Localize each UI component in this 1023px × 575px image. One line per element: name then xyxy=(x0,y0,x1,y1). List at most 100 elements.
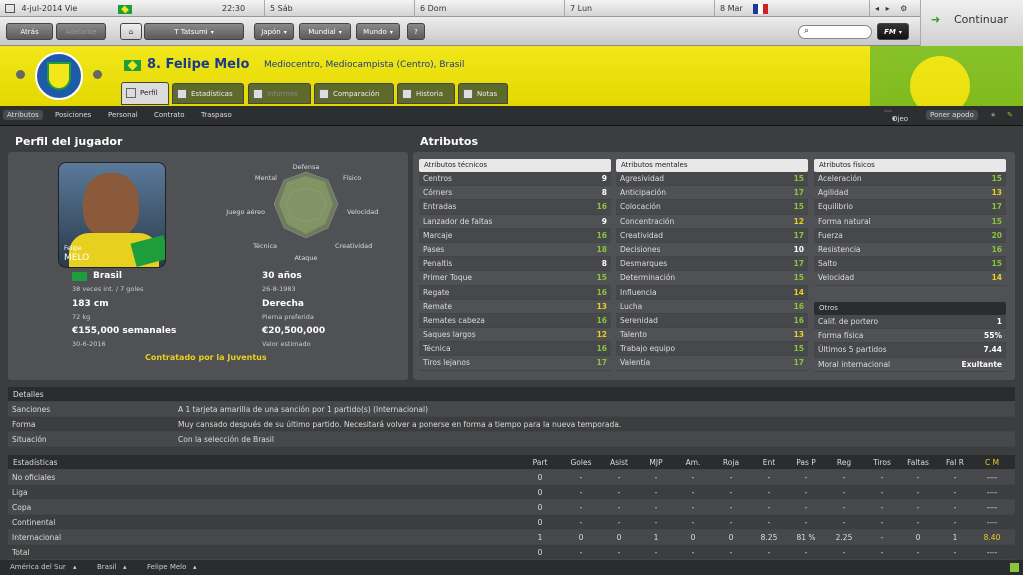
mental-attribute-row[interactable]: Concentración 12 xyxy=(616,215,808,229)
day-cell[interactable]: 7 Lun xyxy=(565,0,715,17)
stats-column-header[interactable]: Goles xyxy=(564,455,598,470)
stats-column-header[interactable]: Reg xyxy=(827,455,861,470)
stats-row[interactable]: Liga 0- - - - - - - - - - - ---- xyxy=(8,485,1015,500)
stats-column-header[interactable]: Am. xyxy=(676,455,710,470)
tab-notas[interactable]: Notas xyxy=(458,83,508,104)
tab-comparacion[interactable]: Comparación xyxy=(314,83,394,104)
edit-icon[interactable]: ✎ xyxy=(1003,110,1017,120)
physical-attribute-row[interactable]: Velocidad 14 xyxy=(814,271,1006,286)
stats-column-header[interactable]: Pas P xyxy=(789,455,823,470)
tab-estadisticas[interactable]: Estadísticas xyxy=(172,83,244,104)
mental-attribute-row[interactable]: Anticipación 17 xyxy=(616,186,808,201)
subnav-contrato[interactable]: Contrato xyxy=(150,110,189,120)
stats-column-header[interactable]: Faltas xyxy=(901,455,935,470)
technical-attribute-row[interactable]: Técnica 16 xyxy=(419,342,611,357)
breadcrumb-item[interactable]: Brasil xyxy=(97,560,117,575)
technical-attribute-row[interactable]: Lanzador de faltas 9 xyxy=(419,215,611,229)
contract-status[interactable]: Contratado por la Juventus xyxy=(145,353,267,362)
mental-attribute-row[interactable]: Determinación 15 xyxy=(616,271,808,286)
mental-attribute-row[interactable]: Talento 13 xyxy=(616,328,808,343)
stats-column-header[interactable]: Fal R xyxy=(938,455,972,470)
technical-attribute-row[interactable]: Primer Toque 15 xyxy=(419,271,611,286)
stats-column-header[interactable]: Part xyxy=(523,455,557,470)
physical-attribute-row[interactable]: Agilidad 13 xyxy=(814,186,1006,201)
stats-column-header[interactable]: Ent xyxy=(752,455,786,470)
technical-attribute-row[interactable]: Remate 13 xyxy=(419,300,611,314)
mental-attribute-row[interactable]: Agresividad 15 xyxy=(616,172,808,187)
search-input[interactable]: ⌕ xyxy=(798,25,872,39)
prev-arrow-icon[interactable]: ◂ xyxy=(875,4,879,13)
forward-button[interactable]: Adelante xyxy=(56,23,106,40)
technical-attribute-row[interactable]: Tiros lejanos 17 xyxy=(419,356,611,371)
tab-perfil[interactable]: Perfil xyxy=(121,82,169,105)
home-button[interactable]: ⌂ xyxy=(120,23,142,40)
mental-attribute-row[interactable]: Lucha 16 xyxy=(616,300,808,314)
mental-attribute-row[interactable]: Creatividad 17 xyxy=(616,228,808,243)
stats-column-header[interactable]: MJP xyxy=(639,455,673,470)
help-button[interactable]: ? xyxy=(407,23,425,40)
fm-menu-button[interactable]: FM ▾ xyxy=(877,23,909,40)
physical-attribute-row[interactable]: Fuerza 20 xyxy=(814,228,1006,243)
subnav-posiciones[interactable]: Posiciones xyxy=(51,110,95,120)
settings-icon[interactable]: ⚙ xyxy=(900,4,907,13)
other-attribute-row[interactable]: Calif. de portero 1 xyxy=(814,315,1006,330)
subnav-traspaso[interactable]: Traspaso xyxy=(197,110,236,120)
physical-attribute-row[interactable]: Forma natural 15 xyxy=(814,215,1006,229)
breadcrumb-item[interactable]: Felipe Melo xyxy=(147,560,186,575)
scout-button[interactable]: Ojeo ▾ xyxy=(884,110,908,123)
stats-column-header[interactable]: Roja xyxy=(714,455,748,470)
back-button[interactable]: Atrás xyxy=(6,23,53,40)
day-cell[interactable]: 5 Sáb xyxy=(265,0,415,17)
technical-attribute-row[interactable]: Pases 18 xyxy=(419,243,611,258)
technical-attribute-row[interactable]: Marcaje 16 xyxy=(419,228,611,243)
technical-attribute-row[interactable]: Saques largos 12 xyxy=(419,328,611,343)
technical-attribute-row[interactable]: Centros 9 xyxy=(419,172,611,187)
star-icon[interactable]: ★ xyxy=(986,110,1000,120)
stats-column-header[interactable]: Asist xyxy=(602,455,636,470)
day-cell[interactable]: 6 Dom xyxy=(415,0,565,17)
stats-row[interactable]: Total 0- - - - - - - - - - - ---- xyxy=(8,545,1015,560)
current-date-cell[interactable]: 4-jul-2014 Vie 22:30 xyxy=(0,0,265,17)
next-arrow-icon[interactable]: ▸ xyxy=(886,4,890,13)
subnav-atributos[interactable]: Atributos xyxy=(3,110,43,120)
physical-attribute-row[interactable]: Equilibrio 17 xyxy=(814,200,1006,215)
physical-attribute-row[interactable]: Salto 15 xyxy=(814,257,1006,272)
mental-attribute-row[interactable]: Decisiones 10 xyxy=(616,243,808,258)
technical-attribute-row[interactable]: Remates cabeza 16 xyxy=(419,313,611,329)
mental-attribute-row[interactable]: Trabajo equipo 15 xyxy=(616,342,808,357)
next-player-icon[interactable] xyxy=(93,70,102,79)
technical-attribute-row[interactable]: Regate 16 xyxy=(419,285,611,300)
stats-row[interactable]: Continental 0- - - - - - - - - - - ---- xyxy=(8,515,1015,530)
mental-attribute-row[interactable]: Desmarques 17 xyxy=(616,257,808,272)
other-attribute-row[interactable]: Últimos 5 partidos 7.44 xyxy=(814,343,1006,358)
stats-column-header[interactable]: Tiros xyxy=(865,455,899,470)
tab-informes[interactable]: Informes xyxy=(248,83,311,104)
day-cell[interactable]: 8 Mar xyxy=(715,0,870,17)
mental-attribute-row[interactable]: Serenidad 16 xyxy=(616,313,808,329)
technical-attribute-row[interactable]: Córners 8 xyxy=(419,186,611,201)
physical-attribute-row[interactable]: Aceleración 15 xyxy=(814,172,1006,187)
stats-row[interactable]: No oficiales 0- - - - - - - - - - - ---- xyxy=(8,470,1015,485)
subnav-personal[interactable]: Personal xyxy=(104,110,142,120)
stats-column-header[interactable]: C M xyxy=(975,455,1009,470)
nickname-button[interactable]: Poner apodo xyxy=(926,110,978,120)
tab-historia[interactable]: Historia xyxy=(397,83,455,104)
physical-attribute-row[interactable]: Resistencia 16 xyxy=(814,243,1006,258)
world-cup-menu-button[interactable]: Mundial ▾ xyxy=(299,23,351,40)
mental-attribute-row[interactable]: Colocación 15 xyxy=(616,200,808,215)
mental-attribute-row[interactable]: Influencia 14 xyxy=(616,285,808,300)
technical-attribute-row[interactable]: Entradas 16 xyxy=(419,200,611,215)
stats-row[interactable]: Copa 0- - - - - - - - - - - ---- xyxy=(8,500,1015,515)
breadcrumb-item[interactable]: América del Sur xyxy=(10,560,66,575)
resize-icon[interactable] xyxy=(1010,563,1019,572)
prev-player-icon[interactable] xyxy=(16,70,25,79)
stats-row[interactable]: Internacional 1 0 0 1 0 0 8.25 81 % 2.25 - 0 1 8.40 xyxy=(8,530,1015,545)
world-menu-button[interactable]: Mundo ▾ xyxy=(356,23,400,40)
continue-button[interactable]: ➜ Continuar xyxy=(920,0,1023,46)
mental-attribute-row[interactable]: Valentía 17 xyxy=(616,356,808,371)
team-menu-button[interactable]: T Tatsumi ▾ xyxy=(144,23,244,40)
technical-attribute-row[interactable]: Penaltis 8 xyxy=(419,257,611,272)
japan-menu-button[interactable]: Japón ▾ xyxy=(254,23,294,40)
other-attribute-row[interactable]: Forma física 55% xyxy=(814,329,1006,344)
other-attribute-row[interactable]: Moral internacional Exultante xyxy=(814,358,1006,372)
